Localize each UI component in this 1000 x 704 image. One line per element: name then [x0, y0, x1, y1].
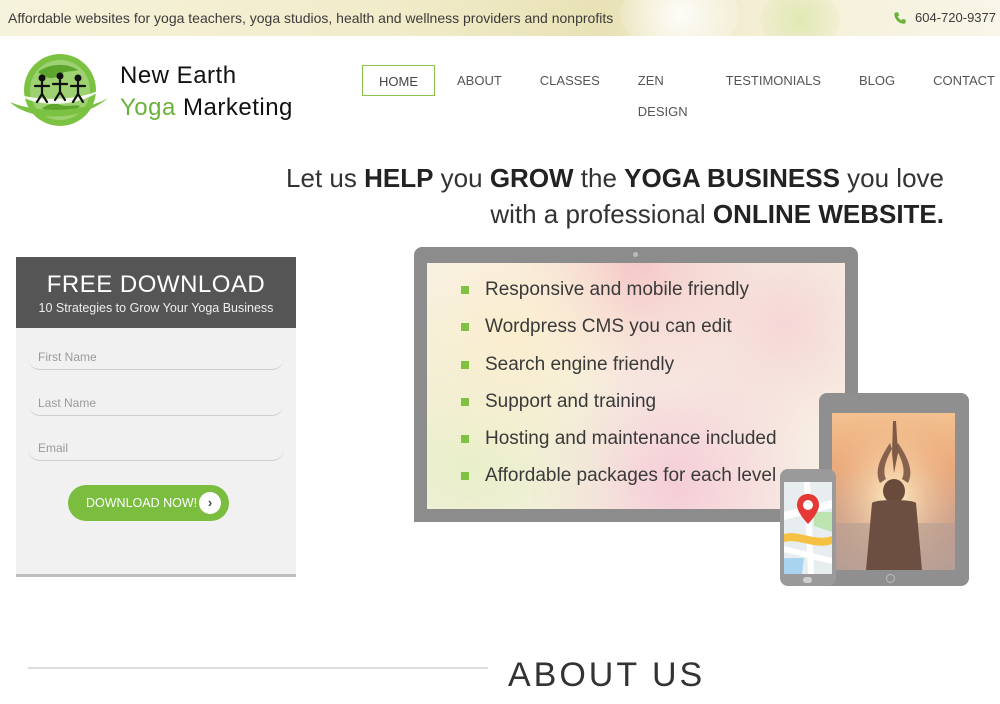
phone-number: 604-720-9377 — [915, 10, 996, 25]
list-item: Search engine friendly — [447, 350, 777, 387]
globe-people-icon — [10, 54, 108, 126]
hero-headline: Let us HELP you GROW the YOGA BUSINESS y… — [286, 160, 944, 232]
headline-line1: Let us HELP you GROW the YOGA BUSINESS y… — [286, 163, 944, 193]
site-tagline: Affordable websites for yoga teachers, y… — [8, 10, 614, 26]
square-bullet-icon — [461, 397, 469, 406]
feature-list: Responsive and mobile friendly Wordpress… — [447, 275, 777, 499]
topbar-decoration — [620, 0, 740, 36]
topbar-decoration — [760, 0, 840, 36]
headline-line2: with a professional ONLINE WEBSITE. — [490, 199, 944, 229]
download-now-button[interactable]: DOWNLOAD NOW! › — [68, 485, 229, 521]
first-name-input[interactable] — [28, 344, 284, 369]
phone-mockup — [780, 469, 836, 586]
email-field-wrap — [28, 435, 284, 461]
square-bullet-icon — [461, 435, 469, 444]
form-title: FREE DOWNLOAD — [46, 271, 266, 298]
main-nav: HOME ABOUT CLASSES ZEN DESIGN TESTIMONIA… — [362, 65, 1000, 119]
square-bullet-icon — [461, 286, 469, 294]
email-input[interactable] — [28, 435, 284, 460]
nav-about[interactable]: ABOUT — [441, 65, 518, 96]
phone-screen — [784, 482, 832, 574]
download-button-label: DOWNLOAD NOW! — [86, 496, 198, 510]
logo-text-marketing: Marketing — [175, 94, 293, 121]
tablet-mockup — [819, 393, 969, 586]
square-bullet-icon — [461, 360, 469, 369]
list-item: Hosting and maintenance included — [447, 424, 777, 461]
camera-dot — [633, 252, 638, 257]
about-divider — [28, 667, 488, 669]
list-item: Affordable packages for each level — [447, 461, 777, 498]
logo-text-line1: New Earth — [120, 62, 237, 89]
free-download-form: FREE DOWNLOAD 10 Strategies to Grow Your… — [16, 257, 296, 577]
first-name-field-wrap — [28, 344, 284, 370]
chevron-right-icon: › — [199, 492, 221, 514]
top-bar: Affordable websites for yoga teachers, y… — [0, 0, 1000, 36]
nav-contact[interactable]: CONTACT — [917, 65, 1000, 96]
site-logo[interactable]: New Earth Yoga Marketing — [8, 50, 308, 132]
form-subtitle: 10 Strategies to Grow Your Yoga Business — [38, 301, 274, 315]
last-name-field-wrap — [28, 390, 284, 416]
nav-zen-design[interactable]: ZEN DESIGN — [622, 65, 704, 119]
nav-home[interactable]: HOME — [362, 65, 435, 96]
form-header: FREE DOWNLOAD 10 Strategies to Grow Your… — [16, 257, 296, 328]
logo-text-yoga: Yoga — [120, 94, 176, 121]
about-title: ABOUT US — [508, 656, 706, 694]
tablet-screen — [832, 413, 955, 570]
square-bullet-icon — [461, 472, 469, 481]
square-bullet-icon — [461, 323, 469, 332]
nav-testimonials[interactable]: TESTIMONIALS — [710, 65, 837, 96]
list-item: Wordpress CMS you can edit — [447, 312, 777, 349]
map-pin-image — [784, 482, 832, 574]
yoga-pose-image — [832, 413, 955, 570]
nav-blog[interactable]: BLOG — [843, 65, 911, 96]
phone-contact[interactable]: 604-720-9377 — [893, 10, 996, 25]
logo-text-line2: Yoga Marketing — [120, 94, 293, 122]
nav-classes[interactable]: CLASSES — [524, 65, 616, 96]
phone-home-button — [803, 577, 812, 583]
list-item: Support and training — [447, 387, 777, 424]
last-name-input[interactable] — [28, 390, 284, 415]
list-item: Responsive and mobile friendly — [447, 275, 777, 312]
phone-icon — [894, 11, 906, 24]
tablet-home-button — [886, 574, 895, 583]
